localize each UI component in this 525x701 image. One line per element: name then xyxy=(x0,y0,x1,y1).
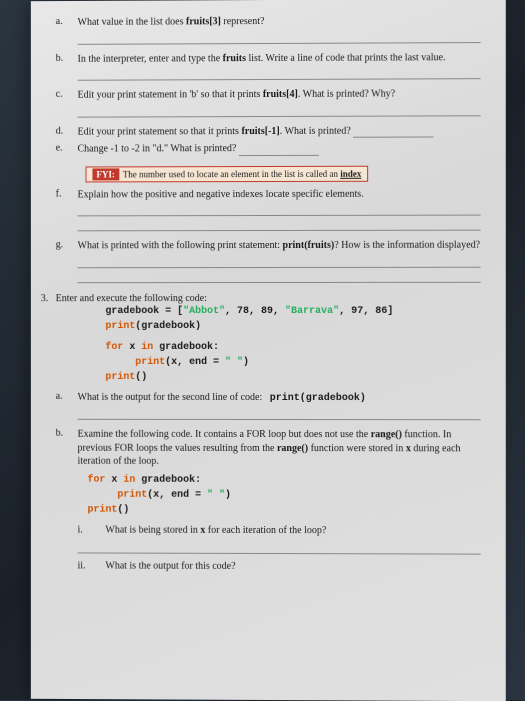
label-g: g. xyxy=(56,239,78,282)
answer-line xyxy=(78,103,481,117)
fyi-callout: FYI:The number used to locate an element… xyxy=(86,165,369,182)
label-3b: b. xyxy=(56,428,78,577)
answer-line xyxy=(78,203,481,217)
answer-line xyxy=(78,540,481,554)
code-block-2: for x in gradebook: print(x, end = " ") … xyxy=(88,472,481,518)
answer-line xyxy=(353,126,433,137)
answer-line xyxy=(78,218,481,232)
answer-line xyxy=(239,144,319,155)
fyi-label: FYI: xyxy=(92,168,118,180)
answer-line xyxy=(78,407,481,420)
label-b: b. xyxy=(56,52,78,81)
label-3bi: i. xyxy=(78,523,106,537)
label-3bii: ii. xyxy=(78,559,106,573)
answer-line xyxy=(78,66,481,81)
question-3: 3. Enter and execute the following code:… xyxy=(56,292,481,578)
label-d: d. xyxy=(56,125,78,139)
label-f: f. xyxy=(56,188,78,231)
question-d: d. Edit your print statement so that it … xyxy=(56,124,481,139)
question-3b: b. Examine the following code. It contai… xyxy=(56,428,481,578)
label-3a: a. xyxy=(56,390,78,419)
question-3b-i: i. What is being stored in x for each it… xyxy=(78,523,481,538)
question-b: b. In the interpreter, enter and type th… xyxy=(56,51,481,81)
code-block-1: gradebook = ["Abbot", 78, 89, "Barrava",… xyxy=(105,303,480,384)
label-3: 3. xyxy=(41,293,48,304)
label-e: e. xyxy=(56,143,78,157)
question-3a: a. What is the output for the second lin… xyxy=(56,390,481,420)
question-3b-ii: ii. What is the output for this code? xyxy=(78,559,481,574)
answer-line xyxy=(78,269,481,282)
answer-line xyxy=(78,254,481,268)
worksheet-page: a. What value in the list does fruits[3]… xyxy=(31,0,506,701)
question-c: c. Edit your print statement in 'b' so t… xyxy=(56,87,481,117)
label-a: a. xyxy=(56,16,78,45)
question-a: a. What value in the list does fruits[3]… xyxy=(56,14,481,44)
label-c: c. xyxy=(56,89,78,117)
answer-line xyxy=(78,30,481,45)
question-f: f. Explain how the positive and negative… xyxy=(56,187,481,231)
question-e: e. Change -1 to -2 in "d." What is print… xyxy=(56,141,481,156)
question-g: g. What is printed with the following pr… xyxy=(56,239,481,283)
